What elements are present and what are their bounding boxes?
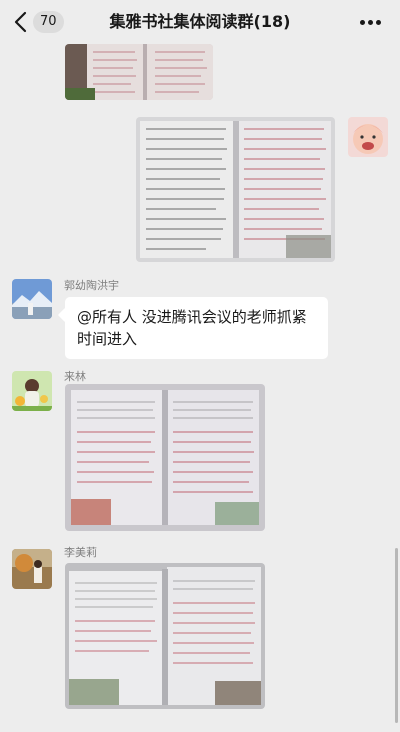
more-dots-icon[interactable]: [360, 20, 382, 26]
text-message-bubble[interactable]: @所有人 没进腾讯会议的老师抓紧时间进入: [65, 297, 328, 359]
image-message-book-1[interactable]: [65, 384, 265, 531]
image-message-notebook-2[interactable]: [136, 117, 335, 262]
avatar-li-meili[interactable]: [12, 549, 52, 589]
sender-name: 李美莉: [64, 546, 97, 559]
chevron-left-icon[interactable]: [12, 10, 32, 34]
avatar-guo[interactable]: [12, 279, 52, 319]
image-message-book-2[interactable]: [65, 563, 265, 709]
avatar-lai-lin[interactable]: [12, 371, 52, 411]
sender-name: 郭幼陶洪宇: [64, 279, 119, 292]
scrollbar[interactable]: [395, 548, 398, 723]
sender-name: 来林: [64, 370, 86, 383]
chat-header: 70 集雅书社集体阅读群(18): [0, 0, 400, 44]
image-message-notebook-1[interactable]: [65, 44, 213, 100]
unread-count-badge[interactable]: 70: [33, 11, 64, 33]
my-avatar[interactable]: [348, 117, 388, 157]
